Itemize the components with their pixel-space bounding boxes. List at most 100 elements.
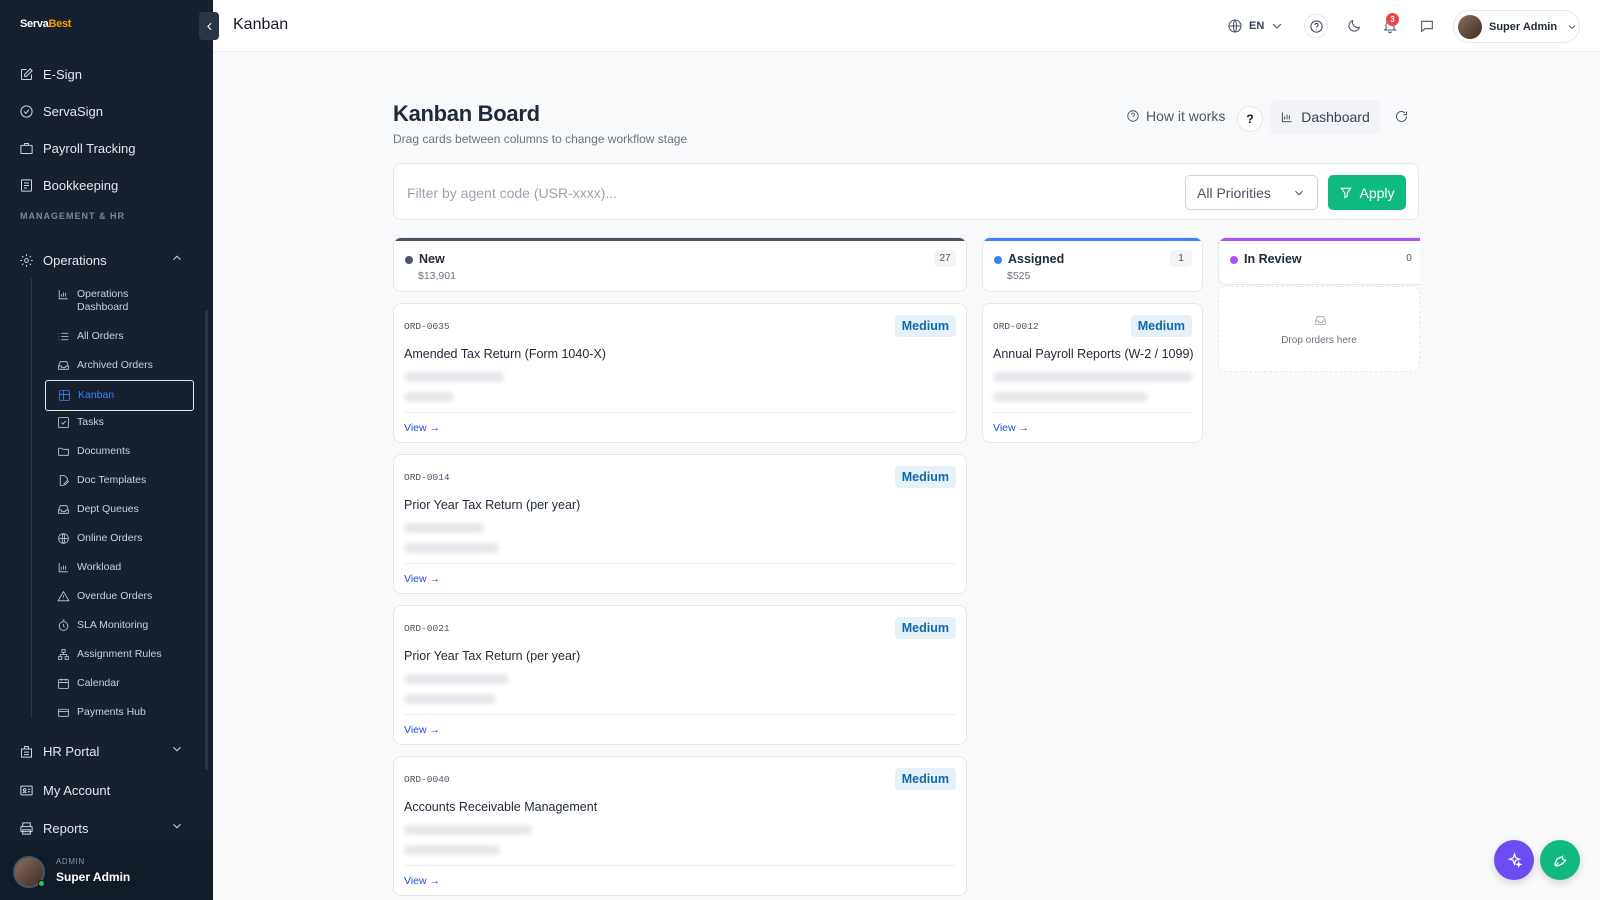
sidebar-item-workload[interactable]: Workload xyxy=(57,561,121,574)
view-link[interactable]: View → xyxy=(404,724,440,736)
page-title: Kanban xyxy=(233,16,289,33)
priority-select[interactable]: All Priorities xyxy=(1185,175,1318,210)
collapse-sidebar-button[interactable] xyxy=(199,12,219,40)
building-icon xyxy=(19,744,34,759)
user-name: Super Admin xyxy=(56,870,131,884)
sidebar-item-servasign[interactable]: ServaSign xyxy=(19,101,103,121)
user-menu[interactable]: Super Admin xyxy=(1453,10,1580,43)
globe-icon[interactable] xyxy=(1226,17,1244,35)
user-menu-name: Super Admin xyxy=(1489,20,1558,33)
sidebar-item-doc-templates[interactable]: Doc Templates xyxy=(57,474,146,487)
priority-badge: Medium xyxy=(894,466,956,488)
column-count: 0 xyxy=(1406,253,1412,264)
user-role: ADMIN xyxy=(56,857,85,866)
section-label-management-hr: MANAGEMENT & HR xyxy=(20,211,125,221)
column-dot xyxy=(405,256,413,264)
redacted-line xyxy=(404,392,454,402)
sidebar-item-operations-dashboard[interactable]: Operations Dashboard xyxy=(57,288,128,314)
column-header-new: New $13,901 27 xyxy=(393,237,967,292)
apply-label: Apply xyxy=(1359,184,1395,201)
sidebar-item-all-orders[interactable]: All Orders xyxy=(57,330,124,343)
sidebar-item-kanban[interactable]: Kanban xyxy=(45,380,194,411)
chevron-down-icon[interactable] xyxy=(170,819,184,833)
sidebar-item-label: E-Sign xyxy=(43,66,83,82)
book-icon xyxy=(19,178,34,193)
sidebar-item-payroll-tracking[interactable]: Payroll Tracking xyxy=(19,138,135,158)
sidebar-item-label: HR Portal xyxy=(43,743,100,759)
sidebar-item-label: SLA Monitoring xyxy=(77,619,149,631)
sidebar-item-my-account[interactable]: My Account xyxy=(19,780,110,800)
kanban-card[interactable]: ORD-0012 Medium Annual Payroll Reports (… xyxy=(982,303,1203,443)
view-link[interactable]: View → xyxy=(404,573,440,585)
view-link[interactable]: View → xyxy=(404,422,440,434)
sidebar-item-label: Assignment Rules xyxy=(77,648,162,660)
sidebar-item-dept-queues[interactable]: Dept Queues xyxy=(57,503,139,516)
inbox-icon xyxy=(58,361,69,370)
chevron-down-icon[interactable] xyxy=(170,742,184,756)
column-name: Assigned xyxy=(1008,252,1065,266)
sidebar-scrollbar[interactable] xyxy=(205,310,208,770)
drop-zone[interactable]: Drop orders here xyxy=(1218,286,1420,372)
briefcase-icon xyxy=(19,141,34,156)
check-circle-icon xyxy=(19,104,34,119)
kanban-card[interactable]: ORD-0035 Medium Amended Tax Return (Form… xyxy=(393,303,967,443)
chevron-up-icon[interactable] xyxy=(170,251,184,265)
sidebar-item-hr-portal[interactable]: HR Portal xyxy=(19,741,99,761)
language-select[interactable]: EN xyxy=(1249,20,1264,32)
sidebar-item-overdue-orders[interactable]: Overdue Orders xyxy=(57,590,152,603)
wrench-icon xyxy=(1553,854,1566,867)
sidebar-item-payments-hub[interactable]: Payments Hub xyxy=(57,706,146,719)
calendar-icon xyxy=(58,678,69,689)
moon-icon[interactable] xyxy=(1345,17,1363,35)
view-link[interactable]: View → xyxy=(993,422,1029,434)
column-amount: $13,901 xyxy=(418,270,456,282)
folder-icon xyxy=(58,447,69,456)
sidebar-item-label: Kanban xyxy=(78,389,115,401)
column-accent xyxy=(1219,238,1420,241)
help-tour-button[interactable]: ? xyxy=(1237,106,1263,132)
sidebar-item-archived-orders[interactable]: Archived Orders xyxy=(57,359,153,372)
id-card-icon xyxy=(19,783,34,798)
sidebar-item-documents[interactable]: Documents xyxy=(57,445,130,458)
sidebar-item-tasks[interactable]: Tasks xyxy=(57,416,104,429)
sidebar-item-assignment-rules[interactable]: Assignment Rules xyxy=(57,648,162,661)
kanban-card[interactable]: ORD-0040 Medium Accounts Receivable Mana… xyxy=(393,756,967,896)
dashboard-button[interactable]: Dashboard xyxy=(1270,100,1380,134)
checkbox-icon xyxy=(58,417,69,428)
help-button[interactable] xyxy=(1304,14,1328,38)
agent-code-filter-input[interactable] xyxy=(407,182,1167,204)
sidebar-item-label: Tasks xyxy=(77,416,104,428)
sidebar-item-e-sign[interactable]: E-Sign xyxy=(19,64,82,84)
tools-button[interactable] xyxy=(1540,840,1580,880)
apply-button[interactable]: Apply xyxy=(1328,175,1406,210)
question-icon xyxy=(1127,110,1139,122)
how-it-works-label: How it works xyxy=(1146,108,1226,124)
redacted-line xyxy=(993,372,1193,382)
list-icon xyxy=(58,332,69,341)
ai-assistant-button[interactable] xyxy=(1494,840,1534,880)
chat-icon[interactable] xyxy=(1418,17,1436,35)
how-it-works-link[interactable]: How it works xyxy=(1126,108,1225,124)
sidebar-item-label: All Orders xyxy=(77,330,124,342)
sidebar-item-operations[interactable]: Operations xyxy=(19,250,107,270)
pen-square-icon xyxy=(19,67,34,82)
kanban-card[interactable]: ORD-0021 Medium Prior Year Tax Return (p… xyxy=(393,605,967,745)
sidebar-item-bookkeeping[interactable]: Bookkeeping xyxy=(19,175,118,195)
card-title: Annual Payroll Reports (W-2 / 1099) xyxy=(993,347,1194,361)
chevron-down-icon[interactable] xyxy=(1268,17,1286,35)
file-edit-icon xyxy=(59,475,69,486)
view-link[interactable]: View → xyxy=(404,875,440,887)
sidebar-item-online-orders[interactable]: Online Orders xyxy=(57,532,142,545)
redacted-line xyxy=(404,694,496,704)
refresh-icon[interactable] xyxy=(1394,109,1410,125)
sidebar-item-reports[interactable]: Reports xyxy=(19,818,89,838)
sidebar-item-label: Doc Templates xyxy=(77,474,147,486)
app-logo[interactable]: ServaBest xyxy=(20,18,71,30)
warning-icon xyxy=(57,590,70,602)
divider xyxy=(993,412,1192,413)
sidebar-item-calendar[interactable]: Calendar xyxy=(57,677,120,690)
sidebar-item-sla-monitoring[interactable]: SLA Monitoring xyxy=(57,619,148,632)
filter-icon xyxy=(1340,187,1353,199)
kanban-card[interactable]: ORD-0014 Medium Prior Year Tax Return (p… xyxy=(393,454,967,594)
card-title: Prior Year Tax Return (per year) xyxy=(404,498,581,512)
